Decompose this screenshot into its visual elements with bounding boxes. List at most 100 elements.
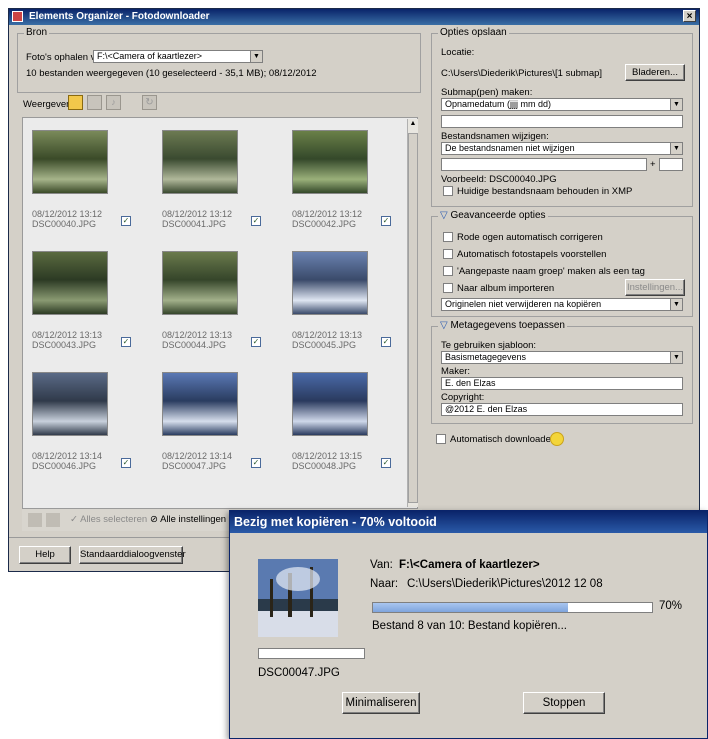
- source-select-value: F:\<Camera of kaartlezer>: [97, 51, 203, 61]
- advanced-label-text: Geavanceerde opties: [450, 210, 546, 221]
- album-checkbox[interactable]: [443, 283, 453, 293]
- video-view-icon[interactable]: [87, 95, 102, 110]
- chevron-down-icon: ▼: [250, 51, 262, 62]
- thumbnail-filename: DSC00042.JPG: [292, 219, 357, 229]
- keep-name-checkbox[interactable]: [443, 186, 453, 196]
- thumbnail-checkbox[interactable]: ✓: [381, 337, 391, 347]
- file-progress-bar: [258, 648, 365, 659]
- thumbnail-scrollbar[interactable]: ▲: [407, 119, 418, 507]
- photo-thumbnail[interactable]: [32, 372, 108, 436]
- photo-thumbnail[interactable]: [292, 130, 368, 194]
- to-value: C:\Users\Diederik\Pictures\2012 12 08: [407, 578, 603, 590]
- copy-progress-fill: [373, 603, 569, 612]
- metadata-group-label[interactable]: ▽ Metagegevens toepassen: [438, 320, 567, 331]
- app-icon: [12, 11, 23, 22]
- location-label: Locatie:: [441, 47, 475, 58]
- help-button[interactable]: Help: [19, 546, 71, 564]
- photo-thumbnail[interactable]: [32, 251, 108, 315]
- copy-progress-bar: [372, 602, 653, 613]
- copyright-input[interactable]: @2012 E. den Elzas: [441, 403, 683, 416]
- source-group-label: Bron: [24, 27, 50, 38]
- rename-select[interactable]: De bestandsnamen niet wijzigen ▼: [441, 142, 683, 155]
- thumbnail-checkbox[interactable]: ✓: [251, 458, 261, 468]
- photo-thumbnail[interactable]: [32, 130, 108, 194]
- photo-thumbnail[interactable]: [292, 372, 368, 436]
- thumbnail-date: 08/12/2012 13:12: [32, 209, 103, 219]
- stacks-checkbox[interactable]: [443, 249, 453, 259]
- rotate-left-icon[interactable]: [28, 513, 42, 527]
- stop-button[interactable]: Stoppen: [523, 692, 605, 714]
- lightbulb-icon[interactable]: [550, 432, 564, 446]
- thumbnail-checkbox[interactable]: ✓: [251, 337, 261, 347]
- thumbnail-date: 08/12/2012 13:13: [162, 330, 233, 340]
- rename-custom-input[interactable]: [441, 158, 647, 171]
- photo-thumbnail[interactable]: [162, 372, 238, 436]
- thumbnail-date: 08/12/2012 13:13: [292, 330, 363, 340]
- dialog-title[interactable]: Bezig met kopiëren - 70% voltooid: [230, 511, 707, 533]
- window-titlebar[interactable]: Elements Organizer - Fotodownloader ×: [9, 9, 699, 25]
- chevron-down-icon: ▼: [670, 352, 682, 363]
- chevron-down-icon: ▼: [670, 143, 682, 154]
- subfolder-custom-input[interactable]: [441, 115, 683, 128]
- maker-input[interactable]: E. den Elzas: [441, 377, 683, 390]
- location-value: C:\Users\Diederik\Pictures\[1 submap]: [441, 68, 603, 79]
- maker-label: Maker:: [441, 366, 471, 377]
- rename-number-input[interactable]: [659, 158, 683, 171]
- photo-thumbnail[interactable]: [292, 251, 368, 315]
- thumbnail-date: 08/12/2012 13:12: [292, 209, 363, 219]
- thumbnail-caption: 08/12/2012 13:14 DSC00046.JPG: [32, 451, 102, 471]
- thumbnail-caption: 08/12/2012 13:13 DSC00043.JPG: [32, 330, 102, 350]
- status-text: Bestand 8 van 10: Bestand kopiëren...: [372, 620, 567, 632]
- template-select-value: Basismetagegevens: [445, 352, 527, 362]
- keep-name-label: Huidige bestandsnaam behouden in XMP: [457, 186, 633, 197]
- red-eye-checkbox[interactable]: [443, 232, 453, 242]
- thumbnail-checkbox[interactable]: ✓: [121, 216, 131, 226]
- rotate-right-icon[interactable]: [46, 513, 60, 527]
- thumbnail-checkbox[interactable]: ✓: [121, 337, 131, 347]
- to-label: Naar:: [370, 578, 399, 590]
- collapse-icon: ▽: [440, 210, 451, 221]
- subfolder-select-value: Opnamedatum (jjjj mm dd): [445, 99, 552, 109]
- thumbnail-date: 08/12/2012 13:14: [32, 451, 103, 461]
- standard-dialog-button[interactable]: Standaarddialoogvenster: [79, 546, 186, 564]
- copyright-label: Copyright:: [441, 392, 485, 403]
- photo-view-icon[interactable]: [68, 95, 83, 110]
- thumbnail-caption: 08/12/2012 13:12 DSC00042.JPG: [292, 209, 362, 229]
- thumbnail-filename: DSC00048.JPG: [292, 461, 357, 471]
- template-select[interactable]: Basismetagegevens ▼: [441, 351, 683, 364]
- thumbnail-caption: 08/12/2012 13:12 DSC00041.JPG: [162, 209, 232, 229]
- thumbnail-checkbox[interactable]: ✓: [381, 216, 391, 226]
- from-label: Van:: [370, 559, 393, 571]
- rotate-icon[interactable]: ↻: [142, 95, 157, 110]
- delete-originals-select[interactable]: Originelen niet verwijderen na kopiëren …: [441, 298, 683, 311]
- scroll-up-icon[interactable]: ▲: [408, 119, 418, 129]
- subfolder-select[interactable]: Opnamedatum (jjjj mm dd) ▼: [441, 98, 683, 111]
- minimize-button[interactable]: Minimaliseren: [342, 692, 420, 714]
- settings-button[interactable]: Instellingen...: [625, 279, 685, 296]
- progress-percent: 70%: [659, 600, 683, 612]
- rename-select-value: De bestandsnamen niet wijzigen: [445, 143, 575, 153]
- source-select[interactable]: F:\<Camera of kaartlezer> ▼: [93, 50, 263, 63]
- thumbnail-checkbox[interactable]: ✓: [381, 458, 391, 468]
- photo-thumbnail[interactable]: [162, 130, 238, 194]
- metadata-label-text: Metagegevens toepassen: [450, 320, 565, 331]
- scrollbar-thumb[interactable]: [408, 133, 418, 503]
- current-file: DSC00047.JPG: [258, 667, 340, 679]
- advanced-group-label[interactable]: ▽ Geavanceerde opties: [438, 210, 548, 221]
- thumbnail-checkbox[interactable]: ✓: [251, 216, 261, 226]
- thumbnail-filename: DSC00041.JPG: [162, 219, 227, 229]
- thumbnail-date: 08/12/2012 13:12: [162, 209, 233, 219]
- audio-view-icon[interactable]: ♪: [106, 95, 121, 110]
- current-photo-preview: [258, 559, 338, 637]
- select-all-button[interactable]: ✓ Alles selecteren: [70, 514, 147, 525]
- photo-thumbnail[interactable]: [162, 251, 238, 315]
- thumbnail-filename: DSC00045.JPG: [292, 340, 357, 350]
- browse-button[interactable]: Bladeren...: [625, 64, 685, 81]
- auto-download-checkbox[interactable]: [436, 434, 446, 444]
- custom-group-checkbox[interactable]: [443, 266, 453, 276]
- thumbnail-caption: 08/12/2012 13:12 DSC00040.JPG: [32, 209, 102, 229]
- plus-label: +: [650, 159, 656, 170]
- thumbnail-checkbox[interactable]: ✓: [121, 458, 131, 468]
- close-button[interactable]: ×: [683, 10, 696, 22]
- thumbnail-caption: 08/12/2012 13:13 DSC00045.JPG: [292, 330, 362, 350]
